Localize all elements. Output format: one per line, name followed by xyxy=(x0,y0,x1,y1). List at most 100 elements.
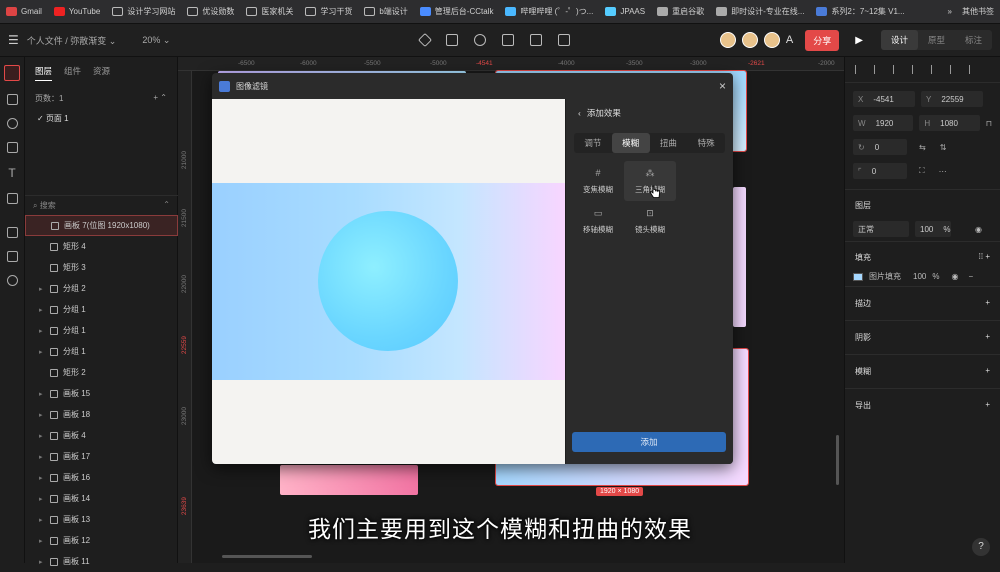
select-tool-icon[interactable] xyxy=(4,65,20,81)
expand-arrow-icon[interactable]: ▸ xyxy=(39,327,45,335)
expand-arrow-icon[interactable]: ▸ xyxy=(39,348,45,356)
breadcrumb[interactable]: 个人文件 / 弥散渐变 ⌄ xyxy=(27,34,117,47)
align-middle-icon[interactable] xyxy=(931,65,939,74)
tab-layers[interactable]: 图层 xyxy=(35,65,53,81)
radius-field[interactable]: ⌜ 0 xyxy=(853,163,907,179)
avatar[interactable] xyxy=(719,32,736,48)
layer-item[interactable]: ▸ 画板 14 xyxy=(25,488,178,509)
edit-icon[interactable] xyxy=(502,34,514,46)
artboard[interactable] xyxy=(280,465,418,495)
font-icon[interactable]: A xyxy=(786,34,793,46)
blend-select[interactable]: 正常 xyxy=(853,221,909,237)
y-field[interactable]: Y 22559 xyxy=(921,91,983,107)
collapse-icon[interactable]: ⌃ xyxy=(163,200,170,211)
expand-arrow-icon[interactable]: ▸ xyxy=(39,558,45,566)
tab-prototype[interactable]: 原型 xyxy=(918,30,955,50)
effect-option[interactable]: ⊡ 镜头模糊 xyxy=(624,201,676,241)
remove-fill-icon[interactable]: − xyxy=(968,272,973,281)
tab-components[interactable]: 组件 xyxy=(64,65,81,81)
page-item[interactable]: ✓ 页面 1 xyxy=(25,108,177,129)
h-field[interactable]: H 1080 xyxy=(919,115,980,131)
effect-tab[interactable]: 调节 xyxy=(574,133,612,153)
play-icon[interactable]: ▶ xyxy=(855,35,863,46)
panel-section[interactable]: 描边 + xyxy=(845,286,1000,320)
add-icon[interactable]: + xyxy=(985,400,990,411)
back-icon[interactable]: ‹ xyxy=(578,108,581,118)
layer-item[interactable]: 画板 7(位图 1920x1080) xyxy=(25,215,178,236)
bookmark-item[interactable]: JPAAS xyxy=(605,7,645,16)
zoom-select[interactable]: 20% ⌄ xyxy=(142,35,170,46)
expand-arrow-icon[interactable]: ▸ xyxy=(39,495,45,503)
eye-icon[interactable]: ◉ xyxy=(975,225,982,234)
fill-opacity[interactable]: 100 xyxy=(913,272,926,281)
fill-swatch[interactable] xyxy=(853,272,863,281)
align-top-icon[interactable] xyxy=(912,65,920,74)
layer-item[interactable]: ▸ 画板 17 xyxy=(25,446,178,467)
layer-item[interactable]: ▸ 分组 2 xyxy=(25,278,178,299)
add-icon[interactable]: + xyxy=(985,332,990,343)
layer-item[interactable]: 矩形 3 xyxy=(25,257,178,278)
expand-arrow-icon[interactable]: ▸ xyxy=(39,411,45,419)
share-button[interactable]: 分享 xyxy=(805,29,840,51)
bookmark-item[interactable]: 重启谷歌 xyxy=(657,6,704,17)
shape-tool-icon[interactable] xyxy=(6,118,18,129)
bookmark-item[interactable]: 优设勋数 xyxy=(187,6,234,17)
layer-item[interactable]: ▸ 分组 1 xyxy=(25,341,178,362)
mask-icon[interactable] xyxy=(558,34,570,46)
text-tool-icon[interactable]: T xyxy=(8,166,15,180)
tab-assets[interactable]: 资源 xyxy=(93,65,110,81)
opacity-field[interactable]: 100% xyxy=(915,221,951,237)
frame-icon[interactable] xyxy=(446,34,458,46)
expand-arrow-icon[interactable]: ▸ xyxy=(39,432,45,440)
search-icon[interactable]: ⌕ 搜索 xyxy=(33,200,56,211)
align-left-icon[interactable] xyxy=(855,65,863,74)
corner-icon[interactable]: ⛶ xyxy=(919,166,925,176)
panel-section[interactable]: 阴影 + xyxy=(845,320,1000,354)
plugin-tool-icon[interactable] xyxy=(6,251,18,262)
panel-section[interactable]: 导出 + xyxy=(845,388,1000,422)
bookmark-item[interactable]: YouTube xyxy=(53,7,100,16)
effect-tab[interactable]: 模糊 xyxy=(611,133,650,153)
avatar[interactable] xyxy=(763,32,780,48)
layer-item[interactable]: ▸ 画板 4 xyxy=(25,425,178,446)
expand-arrow-icon[interactable]: ▸ xyxy=(39,390,45,398)
effect-option[interactable]: # 变焦模糊 xyxy=(572,161,624,201)
add-button[interactable]: 添加 xyxy=(572,432,726,452)
other-bookmarks[interactable]: 其他书签 xyxy=(962,6,994,17)
add-fill-icon[interactable]: ⁞⁞ + xyxy=(979,252,990,263)
lock-icon[interactable]: ⊓ xyxy=(986,119,992,128)
layer-item[interactable]: ▸ 画板 11 xyxy=(25,551,178,572)
layer-item[interactable]: ▸ 画板 15 xyxy=(25,383,178,404)
distribute-icon[interactable] xyxy=(969,65,977,74)
add-icon[interactable]: + xyxy=(985,366,990,377)
bookmark-item[interactable]: 设计学习网站 xyxy=(112,6,175,17)
add-icon[interactable]: + xyxy=(985,298,990,309)
search-tool-icon[interactable] xyxy=(6,275,18,286)
crop-icon[interactable] xyxy=(530,34,542,46)
layer-item[interactable]: 矩形 4 xyxy=(25,236,178,257)
menu-icon[interactable]: ☰ xyxy=(8,33,19,47)
bookmark-item[interactable]: 学习干货 xyxy=(305,6,352,17)
panel-section[interactable]: 模糊 + xyxy=(845,354,1000,388)
frame-tool-icon[interactable] xyxy=(6,94,18,105)
bookmark-item[interactable]: Gmail xyxy=(6,7,42,16)
effect-option[interactable]: ▭ 移轴模糊 xyxy=(572,201,624,241)
expand-arrow-icon[interactable]: ▸ xyxy=(39,285,45,293)
scrollbar-vertical[interactable] xyxy=(836,435,839,485)
bookmark-item[interactable]: 管理后台-CCtalk xyxy=(419,6,493,17)
bookmarks-more[interactable]: » xyxy=(948,7,952,16)
rotation-field[interactable]: ↻ 0 xyxy=(853,139,907,155)
artboard[interactable] xyxy=(733,187,746,327)
comment-tool-icon[interactable] xyxy=(6,227,18,238)
expand-arrow-icon[interactable]: ▸ xyxy=(39,474,45,482)
bookmark-item[interactable]: b端设计 xyxy=(364,6,408,17)
more-icon[interactable]: ⋯ xyxy=(939,167,947,176)
layer-item[interactable]: ▸ 分组 1 xyxy=(25,320,178,341)
effect-tab[interactable]: 特殊 xyxy=(687,133,725,153)
layer-item[interactable]: ▸ 画板 18 xyxy=(25,404,178,425)
scrollbar-horizontal[interactable] xyxy=(222,555,312,558)
flip-v-icon[interactable]: ⇅ xyxy=(940,143,947,152)
boolean-icon[interactable] xyxy=(474,34,486,46)
layer-item[interactable]: ▸ 画板 16 xyxy=(25,467,178,488)
bookmark-item[interactable]: 即时设计-专业在线... xyxy=(716,6,804,17)
